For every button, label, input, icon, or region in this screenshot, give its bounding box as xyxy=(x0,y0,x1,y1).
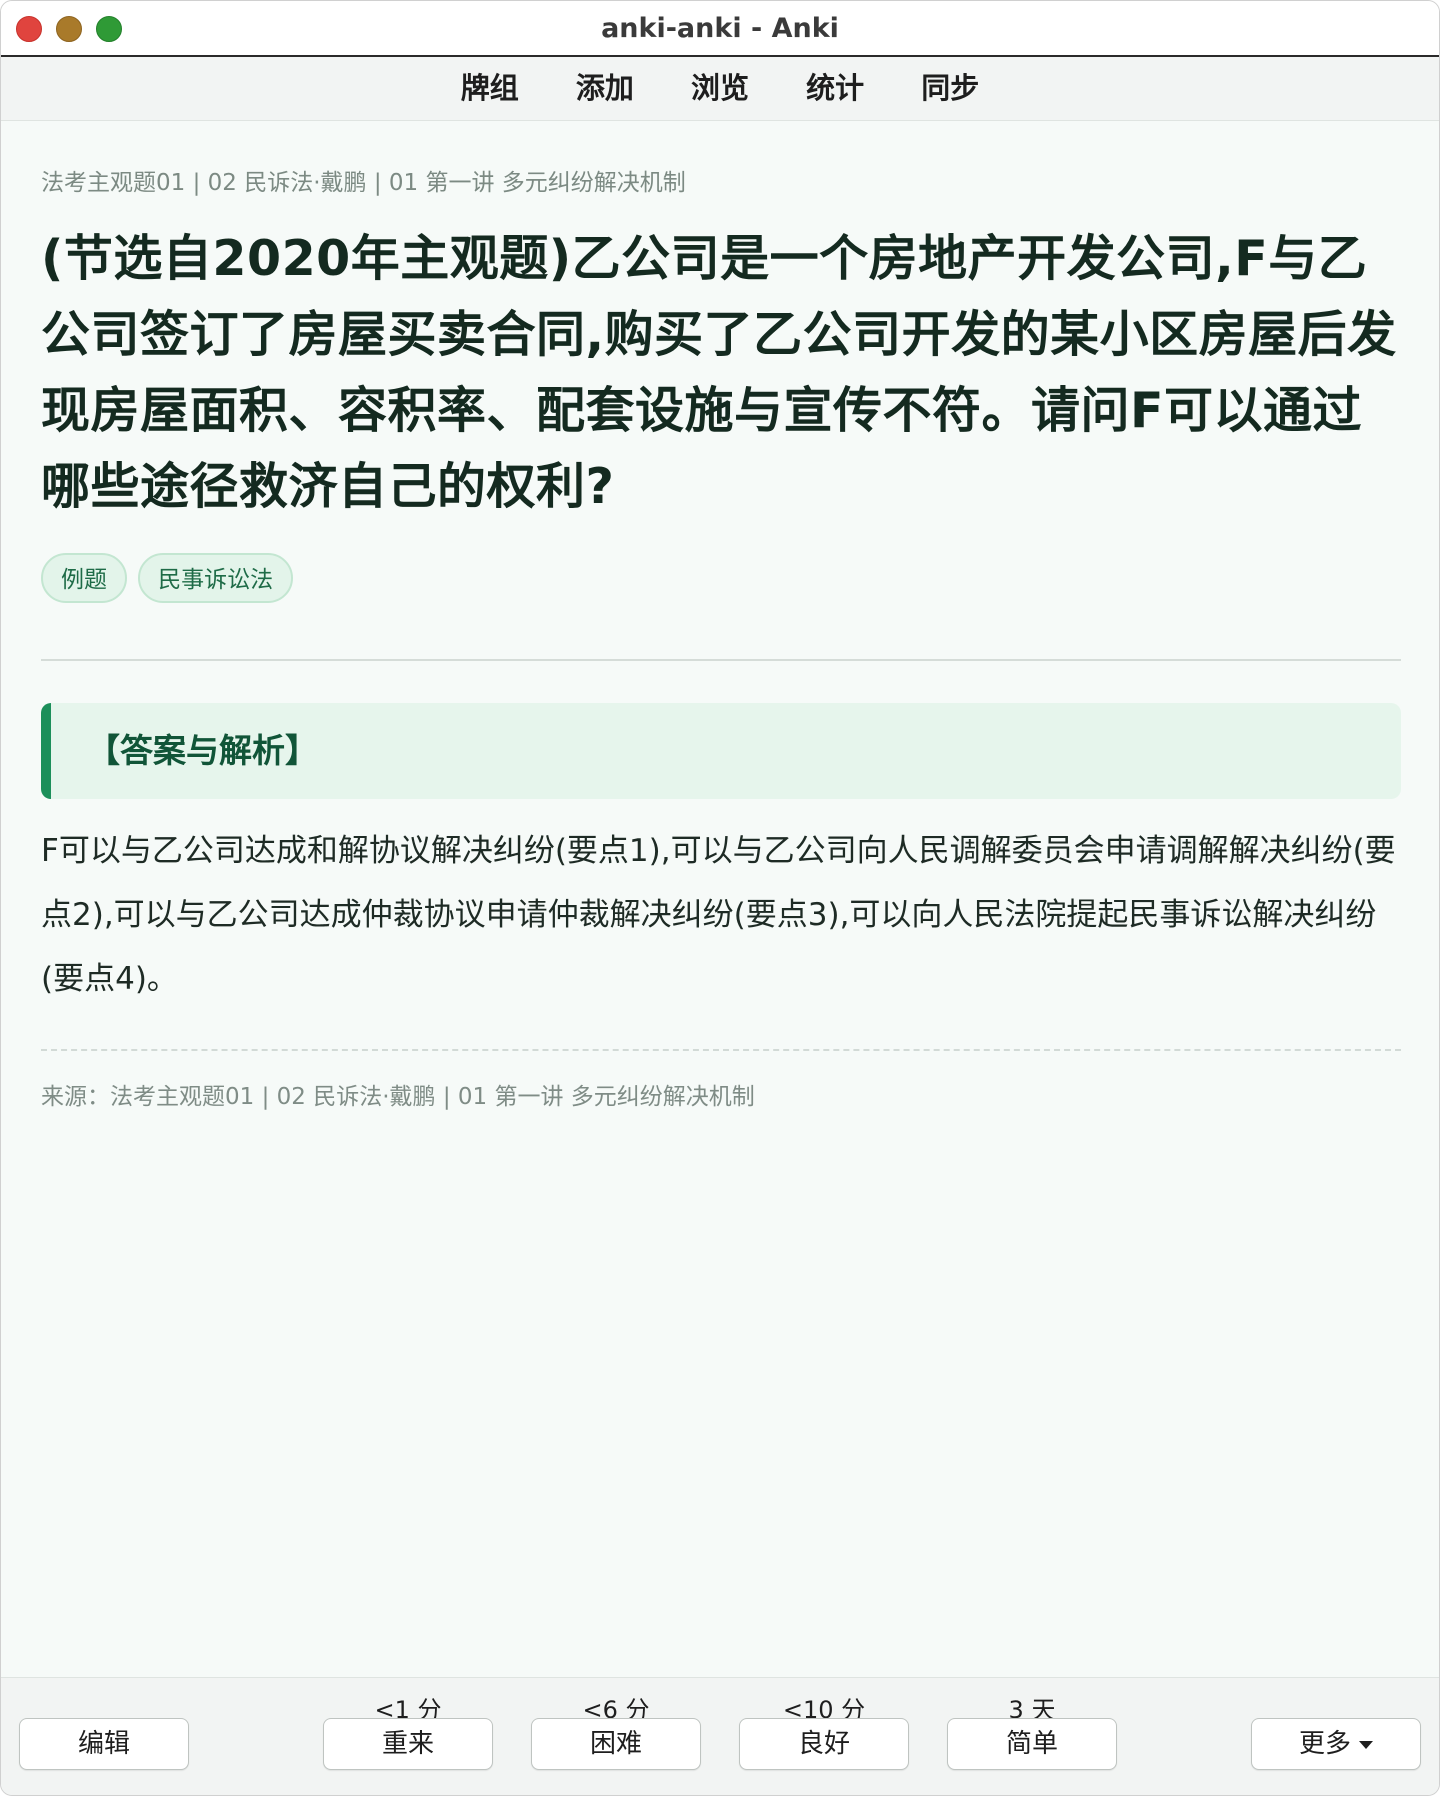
top-menu-bar: 牌组 添加 浏览 统计 同步 xyxy=(1,57,1439,121)
card-content: 法考主观题01 | 02 民诉法·戴鹏 | 01 第一讲 多元纠纷解决机制 (节… xyxy=(41,121,1401,1111)
answer-header: 【答案与解析】 xyxy=(41,703,1401,799)
tag-civil-procedure: 民事诉讼法 xyxy=(138,553,294,603)
edit-button[interactable]: 编辑 xyxy=(19,1718,189,1770)
tag-example: 例题 xyxy=(41,553,127,603)
deck-breadcrumb: 法考主观题01 | 02 民诉法·戴鹏 | 01 第一讲 多元纠纷解决机制 xyxy=(41,170,686,196)
bottom-bar: 编辑 <1 分 重来 <6 分 困难 <10 分 良好 3 天 简单 更多 xyxy=(1,1677,1439,1795)
more-label: 更多 xyxy=(1298,1729,1351,1759)
tag-list: 例题 民事诉讼法 xyxy=(41,553,1401,609)
dashed-divider xyxy=(41,1049,1401,1051)
answer-text: F可以与乙公司达成和解协议解决纠纷(要点1),可以与乙公司向人民调解委员会申请调… xyxy=(41,833,1396,997)
menu-add[interactable]: 添加 xyxy=(576,57,634,119)
anki-window: anki-anki - Anki 牌组 添加 浏览 统计 同步 法考主观题01 … xyxy=(0,0,1440,1796)
question-text: (节选自2020年主观题)乙公司是一个房地产开发公司,F与乙公司签订了房屋买卖合… xyxy=(41,230,1397,515)
title-bar: anki-anki - Anki xyxy=(1,1,1439,57)
menu-stats[interactable]: 统计 xyxy=(806,57,864,119)
divider xyxy=(41,659,1401,661)
hard-button[interactable]: 困难 xyxy=(531,1718,701,1770)
dropdown-caret-icon xyxy=(1359,1740,1373,1749)
menu-browse[interactable]: 浏览 xyxy=(691,57,749,119)
good-button[interactable]: 良好 xyxy=(739,1718,909,1770)
menu-sync[interactable]: 同步 xyxy=(921,57,979,119)
window-title: anki-anki - Anki xyxy=(601,13,839,44)
more-button[interactable]: 更多 xyxy=(1251,1718,1421,1770)
again-button[interactable]: 重来 xyxy=(323,1718,493,1770)
menu-decks[interactable]: 牌组 xyxy=(461,57,519,119)
source-text: 来源：法考主观题01 | 02 民诉法·戴鹏 | 01 第一讲 多元纠纷解决机制 xyxy=(41,1084,755,1110)
easy-button[interactable]: 简单 xyxy=(947,1718,1117,1770)
